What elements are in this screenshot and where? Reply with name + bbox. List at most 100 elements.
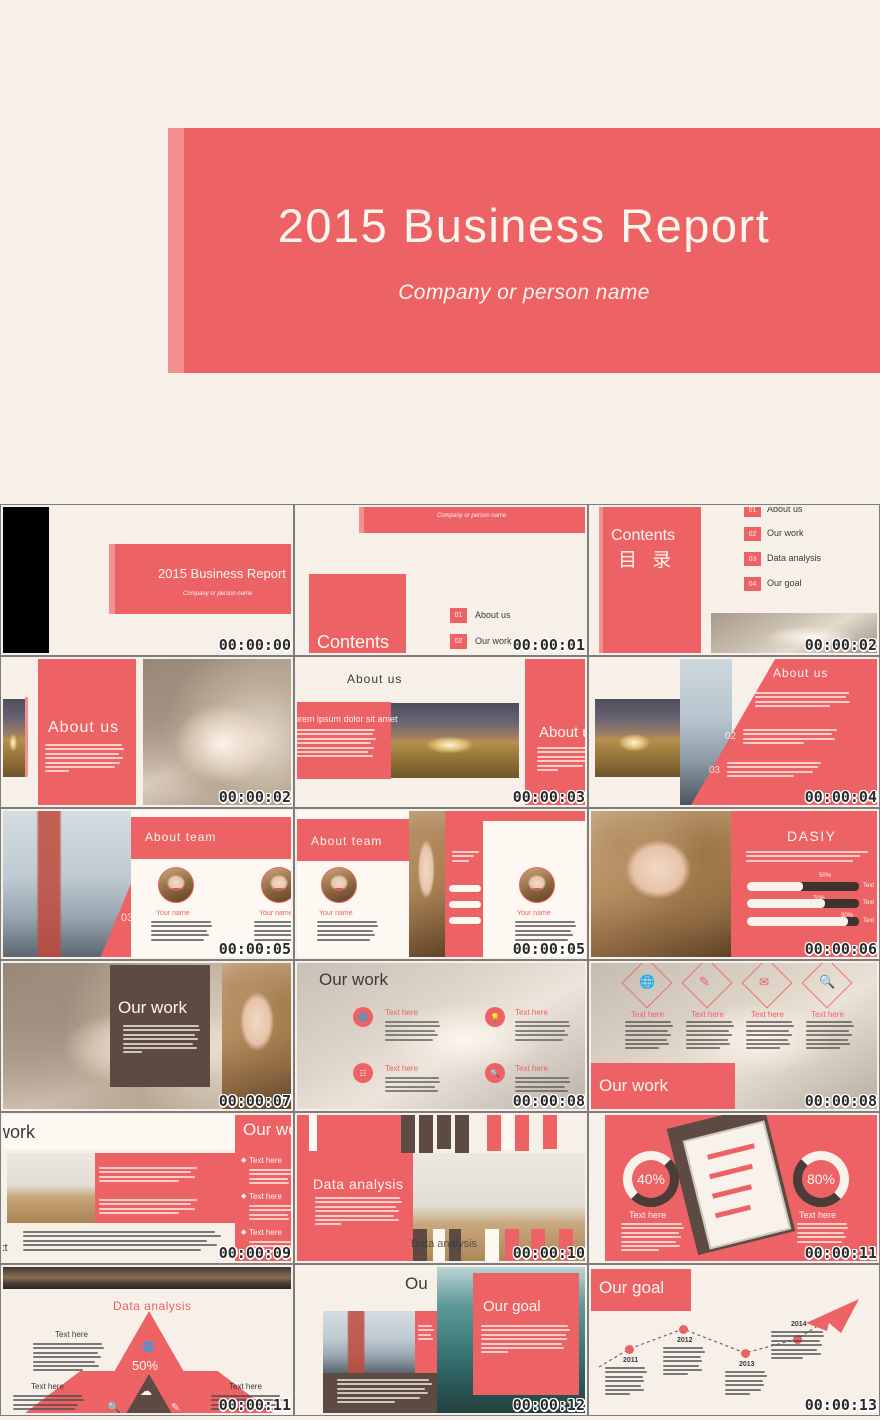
slide-thumbnail[interactable]: About us Lorem ipsum dolor sit amet Abou… — [294, 656, 588, 808]
body-lines — [625, 1021, 673, 1052]
contents-item-number: 02 — [450, 634, 467, 649]
skill-bar — [747, 917, 859, 926]
body-lines — [515, 1021, 571, 1043]
body-lines — [315, 1197, 403, 1228]
timestamp: 00:00:13 — [804, 1396, 877, 1414]
body-lines — [806, 1021, 854, 1052]
body-lines — [385, 1021, 441, 1043]
slide2-subtitle: Company or person name — [437, 513, 507, 519]
body-lines — [99, 1199, 199, 1217]
slide-thumbnail[interactable]: Data analysis 🌐 50% ☁ 🔍 ✎ Text here Text… — [0, 1264, 294, 1416]
skill-bar — [747, 899, 859, 908]
slide8-title: About team — [311, 834, 383, 848]
body-lines — [746, 1021, 794, 1052]
slide-thumbnail[interactable]: Contents 目 录 01 About us 02 Our work 03 … — [588, 504, 880, 656]
member-name: Your name — [259, 910, 291, 917]
milestone-year: 2013 — [739, 1361, 755, 1368]
skill-bar — [747, 882, 859, 891]
body-lines — [727, 762, 823, 780]
avatar — [321, 867, 357, 903]
slide-thumbnail[interactable]: Company or person name Contents 01 About… — [294, 504, 588, 656]
body-lines — [99, 1167, 199, 1185]
card-label: Text here — [691, 1010, 724, 1019]
body-lines — [249, 1169, 291, 1187]
globe-icon: 🌐 — [142, 1342, 155, 1353]
slide-thumbnail[interactable]: About team 03 Your name Your name 00:00:… — [0, 808, 294, 960]
slide-thumbnail[interactable]: About us 01 02 03 00:00:04 — [588, 656, 880, 808]
body-lines — [621, 1223, 685, 1254]
milestone-node — [679, 1325, 688, 1334]
slide-thumbnail[interactable]: work Our work xt Text here ◆ Text here ◆ — [0, 1112, 294, 1264]
body-lines — [45, 744, 125, 775]
slide-thumbnail[interactable]: About team Your name Your name 00:00:05 — [294, 808, 588, 960]
slide17-title-left: Ou — [405, 1274, 428, 1293]
card-label: Text here — [515, 1064, 548, 1073]
timestamp: 00:00:06 — [804, 940, 877, 958]
contents-item-number: 04 — [744, 577, 761, 591]
timestamp: 00:00:07 — [218, 1092, 291, 1110]
body-lines — [317, 921, 379, 943]
donut-chart: 40% — [623, 1151, 679, 1207]
avatar — [519, 867, 555, 903]
timestamp: 00:00:09 — [218, 1244, 291, 1262]
slide6-title: About us — [773, 666, 829, 680]
timestamp: 00:00:11 — [804, 1244, 877, 1262]
card-label: Text here — [811, 1010, 844, 1019]
body-lines — [537, 747, 585, 773]
member-name: Your name — [156, 910, 190, 917]
slide13-title-left: work — [3, 1122, 36, 1142]
body-lines — [743, 729, 839, 747]
slide3-title-cn: 目 录 — [618, 550, 677, 571]
body-lines — [797, 1223, 849, 1245]
slide-thumbnail[interactable]: 🌐 ✎ ✉ 🔍 Text here Text here Text here Te… — [588, 960, 880, 1112]
hero-stage: 2015 Business Report Company or person n… — [0, 0, 880, 504]
slide-thumbnail[interactable]: Our goal 2011 2012 2013 2014 00:00:13 — [588, 1264, 880, 1416]
slide7-title: About team — [145, 830, 217, 844]
body-lines — [755, 692, 851, 710]
slide-thumbnail[interactable]: DASIY 50% Text 70% Text 90% Text 00:00:0… — [588, 808, 880, 960]
page-subtitle: Company or person name — [398, 281, 650, 304]
body-lines — [418, 1325, 434, 1343]
donut-value: 40% — [636, 1171, 666, 1187]
slide-thumbnail[interactable]: Our work 00:00:07 — [0, 960, 294, 1112]
avatar — [261, 867, 291, 903]
slide2-title: Contents — [317, 632, 390, 652]
segment-label: Text here — [55, 1330, 88, 1339]
chart-icon: ☷ — [353, 1063, 373, 1083]
slide-thumbnail[interactable]: About us 00:00:02 — [0, 656, 294, 808]
timestamp: 00:00:08 — [512, 1092, 585, 1110]
item-number: 03 — [709, 765, 721, 776]
timestamp: 00:00:12 — [512, 1396, 585, 1414]
globe-icon: 🌐 — [353, 1007, 373, 1027]
body-lines — [23, 1231, 223, 1253]
contents-item-label: About us — [767, 507, 803, 514]
segment-value: 50% — [132, 1358, 159, 1373]
body-lines — [771, 1331, 825, 1362]
slide13-bottom-text: xt — [3, 1242, 8, 1254]
timestamp: 00:00:00 — [218, 636, 291, 654]
bullet-icon: ◆ — [241, 1193, 247, 1200]
body-lines — [481, 1325, 571, 1356]
page-title: 2015 Business Report — [277, 199, 771, 252]
segment-label: Text here — [229, 1382, 262, 1391]
contents-item-label: About us — [475, 610, 511, 620]
slide-thumbnail[interactable]: Data analysis Data analysis 00:00:10 — [294, 1112, 588, 1264]
donut-value: 80% — [806, 1171, 836, 1187]
bulb-icon: 💡 — [485, 1007, 505, 1027]
card-label: Text here — [385, 1064, 418, 1073]
timestamp: 00:00:03 — [512, 788, 585, 806]
timestamp: 00:00:05 — [218, 940, 291, 958]
slide-thumbnail[interactable]: 40% Text here 80% Text here 00:00:11 — [588, 1112, 880, 1264]
skill-suffix: Text — [863, 900, 875, 906]
contents-item-number: 03 — [744, 552, 761, 566]
slide-thumbnail[interactable]: Our work 🌐 Text here 💡 Text here ☷ Text … — [294, 960, 588, 1112]
body-lines — [452, 851, 480, 864]
slide-thumbnail[interactable]: Ou Our goal 00:00:12 — [294, 1264, 588, 1416]
donut-label: Text here — [799, 1210, 837, 1220]
slide-thumbnail[interactable]: 2015 Business Report Company or person n… — [0, 504, 294, 656]
contents-item-label: Our work — [767, 528, 804, 538]
slide18-title: Our goal — [599, 1278, 665, 1297]
slide5-title-right: About us — [539, 724, 585, 741]
mail-icon: ✉ — [759, 975, 770, 989]
globe-icon: 🌐 — [639, 974, 656, 989]
